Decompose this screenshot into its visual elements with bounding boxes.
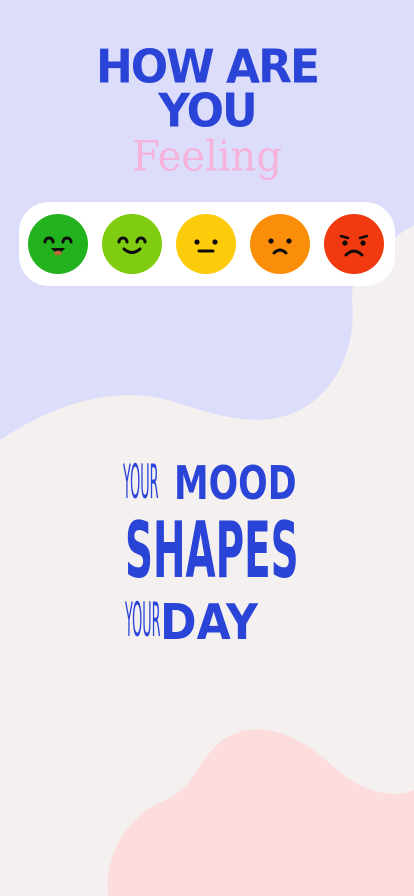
mood-happy-button[interactable] xyxy=(102,214,162,274)
happy-face-icon xyxy=(102,214,162,274)
peach-blob xyxy=(107,729,414,896)
very-happy-face-icon xyxy=(28,214,88,274)
mood-selector xyxy=(19,202,395,286)
mood-sad-button[interactable] xyxy=(250,214,310,274)
slogan-shapes: SHAPES xyxy=(125,505,299,597)
mood-neutral-button[interactable] xyxy=(176,214,236,274)
slogan-day: DAY xyxy=(160,594,258,651)
slogan-mood: MOOD xyxy=(174,456,297,510)
slogan-your-second: YOUR xyxy=(125,594,161,649)
slogan-your: YOUR xyxy=(123,456,159,511)
mood-very-happy-button[interactable] xyxy=(28,214,88,274)
title-line-feeling: Feeling xyxy=(132,132,282,182)
mood-very-sad-button[interactable] xyxy=(324,214,384,274)
sad-face-icon xyxy=(250,214,310,274)
very-sad-face-icon xyxy=(324,214,384,274)
title-line-you: YOU xyxy=(158,84,257,139)
neutral-face-icon xyxy=(176,214,236,274)
